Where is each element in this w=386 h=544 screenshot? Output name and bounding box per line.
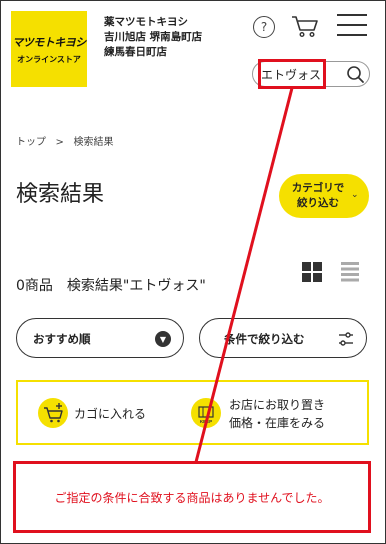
sort-label: おすすめ順 — [33, 332, 91, 346]
cart-guide-label: カゴに入れる — [74, 407, 147, 421]
store-line: 薬マツモトキヨシ — [104, 16, 188, 28]
list-view-icon[interactable] — [341, 262, 359, 282]
result-count: 0商品 検索結果"エトヴォス" — [16, 278, 206, 294]
dropdown-arrow-icon: ▼ — [155, 331, 171, 347]
no-results-message: ご指定の条件に合致する商品はありませんでした。 — [54, 491, 330, 505]
hamburger-menu-icon[interactable] — [337, 14, 367, 36]
chevron-down-icon: ⌄ — [351, 190, 359, 200]
store-info[interactable]: 薬マツモトキヨシ 吉川旭店 堺南島町店 練馬春日町店 — [104, 15, 202, 60]
logo[interactable]: マツモトキヨシ オンラインストア — [11, 11, 87, 87]
breadcrumb-current: 検索結果 — [73, 137, 114, 148]
logo-text: マツモトキヨシ — [12, 35, 86, 49]
keep-badge: KEEP — [200, 419, 212, 424]
store-line: 吉川旭店 堺南島町店 — [104, 31, 203, 43]
shopping-guide-box: カゴに入れる KEEP お店にお取り置き 価格・在庫をみる — [16, 380, 369, 445]
cart-icon[interactable] — [291, 14, 319, 38]
search-highlight-box — [258, 59, 326, 89]
keep-guide-label: お店にお取り置き 価格・在庫をみる — [229, 398, 326, 430]
breadcrumb: トップ > 検索結果 — [16, 133, 113, 148]
search-icon[interactable] — [345, 64, 365, 84]
store-keep-icon: KEEP — [191, 398, 221, 428]
help-icon[interactable]: ? — [253, 16, 275, 38]
breadcrumb-separator: > — [55, 137, 64, 148]
filter-button[interactable]: 条件で絞り込む — [199, 318, 367, 358]
sliders-icon — [339, 332, 353, 346]
page-title: 検索結果 — [16, 182, 105, 207]
logo-subtext: オンラインストア — [17, 54, 81, 64]
sort-dropdown[interactable]: おすすめ順 ▼ — [16, 318, 184, 358]
breadcrumb-home[interactable]: トップ — [16, 137, 46, 148]
grid-view-icon[interactable] — [302, 262, 322, 282]
filter-label: 条件で絞り込む — [224, 332, 305, 346]
no-results-message-box: ご指定の条件に合致する商品はありませんでした。 — [13, 461, 371, 533]
add-to-cart-icon — [38, 398, 68, 428]
category-filter-button[interactable]: カテゴリで 絞り込む ⌄ — [279, 174, 369, 218]
store-line: 練馬春日町店 — [104, 46, 167, 58]
category-button-label: カテゴリで 絞り込む — [291, 182, 345, 209]
